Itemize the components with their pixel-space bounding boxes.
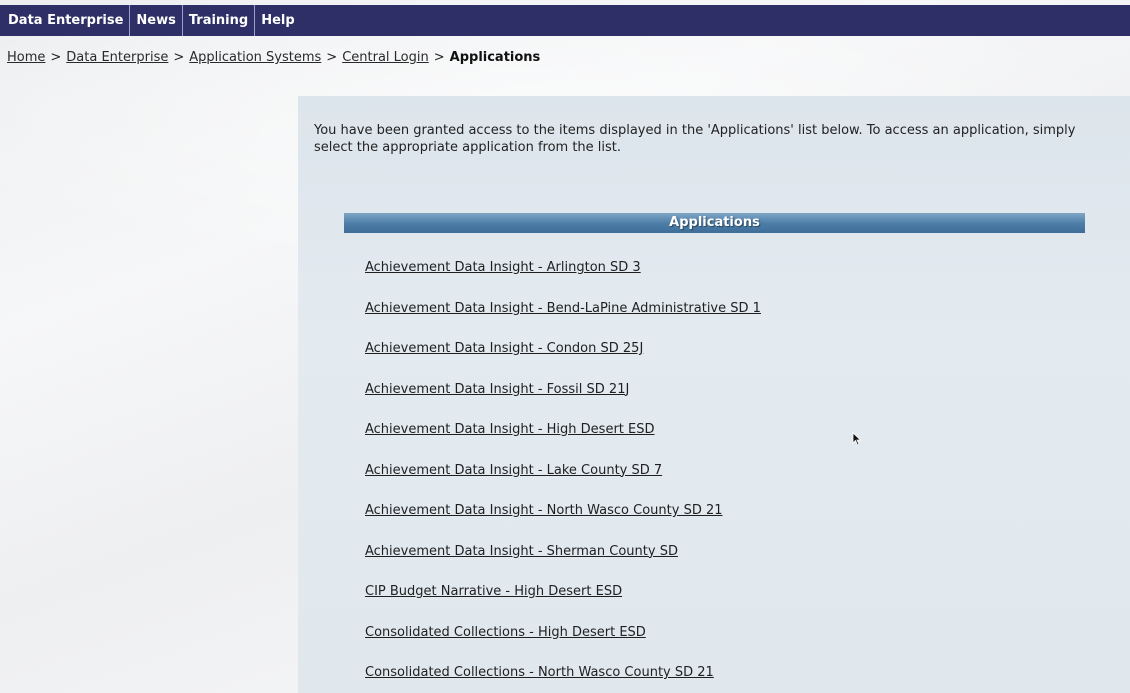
list-item: Consolidated Collections - High Desert E…: [365, 621, 761, 662]
list-item: Achievement Data Insight - Condon SD 25J: [365, 337, 761, 378]
mouse-cursor-icon: [852, 432, 862, 446]
list-item: CIP Budget Narrative - High Desert ESD: [365, 580, 761, 621]
list-item: Achievement Data Insight - Bend-LaPine A…: [365, 297, 761, 338]
nav-data-enterprise[interactable]: Data Enterprise: [2, 5, 131, 36]
breadcrumb-data-enterprise[interactable]: Data Enterprise: [66, 50, 168, 65]
application-link[interactable]: Consolidated Collections - High Desert E…: [365, 625, 646, 640]
intro-text: You have been granted access to the item…: [314, 123, 1076, 155]
breadcrumb-separator: >: [326, 50, 338, 65]
application-link[interactable]: CIP Budget Narrative - High Desert ESD: [365, 584, 622, 599]
breadcrumb-separator: >: [173, 50, 185, 65]
application-link[interactable]: Achievement Data Insight - North Wasco C…: [365, 503, 723, 518]
application-link[interactable]: Achievement Data Insight - Bend-LaPine A…: [365, 301, 761, 316]
application-link[interactable]: Consolidated Collections - North Wasco C…: [365, 665, 714, 680]
application-link[interactable]: Achievement Data Insight - Arlington SD …: [365, 260, 641, 275]
applications-panel: You have been granted access to the item…: [298, 96, 1130, 693]
list-item: Achievement Data Insight - Fossil SD 21J: [365, 378, 761, 419]
list-item: Achievement Data Insight - High Desert E…: [365, 418, 761, 459]
nav-help[interactable]: Help: [255, 5, 300, 36]
application-link[interactable]: Achievement Data Insight - Fossil SD 21J: [365, 382, 629, 397]
breadcrumb-application-systems[interactable]: Application Systems: [189, 50, 321, 65]
breadcrumb-current: Applications: [449, 50, 541, 65]
list-item: Achievement Data Insight - Sherman Count…: [365, 540, 761, 581]
breadcrumb-separator: >: [50, 50, 62, 65]
top-navigation-bar: Data Enterprise News Training Help: [0, 5, 1130, 36]
application-link[interactable]: Achievement Data Insight - Condon SD 25J: [365, 341, 643, 356]
list-item: Achievement Data Insight - North Wasco C…: [365, 499, 761, 540]
list-item: Achievement Data Insight - Lake County S…: [365, 459, 761, 500]
application-link[interactable]: Achievement Data Insight - Sherman Count…: [365, 544, 678, 559]
breadcrumb: Home > Data Enterprise > Application Systems…: [7, 50, 540, 65]
application-link[interactable]: Achievement Data Insight - High Desert E…: [365, 422, 655, 437]
applications-list: Achievement Data Insight - Arlington SD …: [365, 256, 761, 693]
breadcrumb-home[interactable]: Home: [7, 50, 45, 65]
nav-training[interactable]: Training: [183, 5, 256, 36]
application-link[interactable]: Achievement Data Insight - Lake County S…: [365, 463, 662, 478]
applications-header: Applications: [344, 213, 1085, 233]
breadcrumb-central-login[interactable]: Central Login: [342, 50, 429, 65]
list-item: Achievement Data Insight - Arlington SD …: [365, 256, 761, 297]
list-item: Consolidated Collections - North Wasco C…: [365, 661, 761, 693]
nav-news[interactable]: News: [130, 5, 183, 36]
breadcrumb-separator: >: [433, 50, 445, 65]
